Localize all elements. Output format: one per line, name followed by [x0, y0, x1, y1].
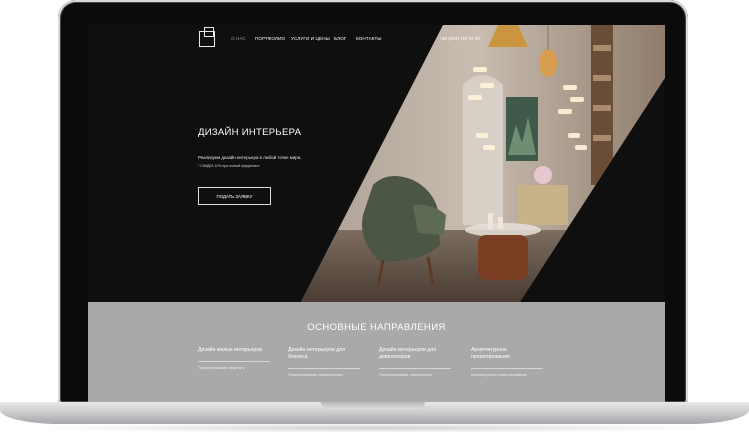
nav-item-portfolio[interactable]: Портфолио — [255, 36, 285, 41]
submit-request-button[interactable]: Подать заявку — [198, 187, 271, 205]
direction-title: Дизайн интерьеров для бизнеса — [288, 347, 346, 360]
divider — [198, 361, 270, 362]
direction-card[interactable]: Архитектурное проектирование Архитектурн… — [471, 347, 543, 377]
direction-desc: Проектирование, энергоэкспе — [379, 372, 432, 377]
directions-section: Основные направления Дизайн жилых интерь… — [88, 302, 665, 403]
nav-item-about[interactable]: О нас — [231, 36, 246, 41]
top-nav: О нас Портфолио Услуги и цены Блог Конта… — [88, 25, 665, 55]
direction-title: Дизайн интерьеров для девелоперов — [379, 347, 437, 360]
direction-card[interactable]: Дизайн интерьеров для бизнеса Проектиров… — [288, 347, 360, 377]
direction-desc: Проектирование коммерческих — [288, 372, 344, 377]
nav-item-services[interactable]: Услуги и цены — [291, 36, 330, 41]
divider — [471, 368, 543, 369]
direction-title: Архитектурное проектирование — [471, 347, 511, 360]
nav-item-blog[interactable]: Блог — [334, 36, 347, 41]
hero-section: О нас Портфолио Услуги и цены Блог Конта… — [88, 25, 665, 302]
nav-item-contacts[interactable]: Контакты — [356, 36, 382, 41]
laptop-shadow — [30, 423, 719, 433]
hero-discount-note: * СКИДКА 10% при полной предоплате — [198, 164, 260, 168]
interior-photo — [301, 25, 665, 302]
website-screen: О нас Портфолио Услуги и цены Блог Конта… — [88, 25, 665, 403]
laptop-notch — [321, 402, 425, 409]
hero-subtitle: Реализуем дизайн интерьера в любой точке… — [198, 155, 302, 160]
divider — [288, 368, 360, 369]
direction-card[interactable]: Дизайн жилых интерьеров Проектирование к… — [198, 347, 270, 370]
divider — [379, 368, 451, 369]
phone-number[interactable]: +38 (044) 757 67 67 — [439, 36, 481, 41]
section-title: Основные направления — [307, 322, 446, 333]
direction-desc: Архитектурное проектирование — [471, 372, 527, 377]
direction-title: Дизайн жилых интерьеров — [198, 347, 263, 353]
logo[interactable] — [199, 27, 215, 47]
direction-desc: Проектирование квартир и — [198, 365, 246, 370]
hero-title: Дизайн интерьера — [198, 127, 302, 138]
direction-card[interactable]: Дизайн интерьеров для девелоперов Проект… — [379, 347, 451, 377]
